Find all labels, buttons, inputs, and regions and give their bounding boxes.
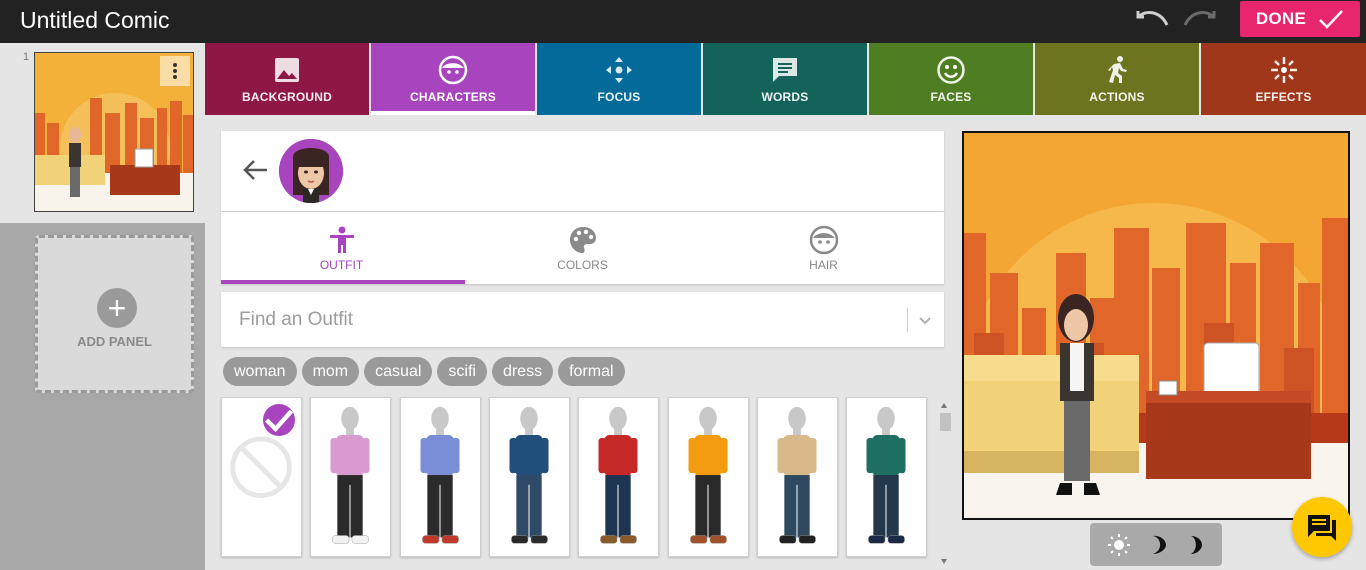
- tag-chip[interactable]: casual: [364, 357, 433, 386]
- tab-characters[interactable]: CHARACTERS: [371, 43, 535, 115]
- panel-thumbnail[interactable]: [34, 52, 194, 212]
- done-label: DONE: [1255, 9, 1307, 28]
- mannequin-figure: [420, 406, 460, 544]
- image-icon: [275, 57, 299, 82]
- plus-icon: +: [97, 288, 137, 328]
- tag-chip[interactable]: formal: [558, 357, 625, 386]
- outfit-scrollbar[interactable]: [938, 397, 951, 570]
- outfit-none[interactable]: [221, 397, 302, 557]
- panel-item[interactable]: 1: [0, 43, 205, 223]
- palette-icon: [569, 226, 596, 253]
- tab-background[interactable]: BACKGROUND: [205, 43, 369, 115]
- mannequin-figure: [598, 406, 638, 544]
- character-editor: OUTFIT COLORS HAIR woman mom casual scif…: [205, 115, 951, 570]
- subtab-label: COLORS: [557, 257, 608, 272]
- outfit-search: [221, 292, 944, 347]
- sun-icon[interactable]: [1107, 533, 1131, 557]
- panel-menu-icon[interactable]: [160, 56, 190, 86]
- tag-list: woman mom casual scifi dress formal: [223, 357, 625, 387]
- tag-chip[interactable]: mom: [301, 357, 360, 386]
- tab-actions[interactable]: ACTIONS: [1035, 43, 1199, 115]
- tab-label: FOCUS: [597, 89, 641, 104]
- sparkle-icon: [1270, 56, 1297, 83]
- focus-icon: [606, 56, 632, 83]
- person-icon: [329, 226, 354, 253]
- outfit-item[interactable]: [756, 397, 838, 557]
- mannequin-figure: [330, 406, 370, 544]
- comic-preview[interactable]: [962, 131, 1350, 520]
- add-panel-label: ADD PANEL: [77, 334, 152, 349]
- outfit-item[interactable]: [667, 397, 749, 557]
- smiley-icon: [937, 55, 965, 84]
- tag-chip[interactable]: woman: [223, 357, 297, 386]
- undo-icon[interactable]: [1136, 8, 1170, 32]
- tag-chip[interactable]: scifi: [437, 357, 487, 386]
- tab-label: EFFECTS: [1255, 89, 1312, 104]
- moon-icon[interactable]: [1146, 534, 1168, 556]
- add-panel-button[interactable]: + ADD PANEL: [35, 235, 194, 393]
- outfit-search-input[interactable]: [221, 292, 906, 347]
- tab-label: WORDS: [761, 89, 809, 104]
- lighting-controls: [1090, 523, 1222, 566]
- search-divider: [907, 308, 908, 332]
- speech-bubble-icon: [773, 57, 797, 82]
- mannequin-figure: [688, 406, 728, 544]
- tab-effects[interactable]: EFFECTS: [1201, 43, 1366, 115]
- mannequin-figure: [509, 406, 549, 544]
- character-header: [221, 131, 944, 211]
- character-avatar: [279, 139, 343, 203]
- outfit-item[interactable]: [578, 397, 660, 557]
- panel-number: 1: [23, 51, 30, 63]
- outfit-grid: [221, 397, 937, 570]
- subtab-label: OUTFIT: [319, 257, 364, 272]
- tab-focus[interactable]: FOCUS: [537, 43, 701, 115]
- redo-icon[interactable]: [1182, 8, 1216, 32]
- subtab-label: HAIR: [809, 257, 838, 272]
- panel-list: 1 + ADD PANEL: [0, 43, 205, 570]
- comic-title[interactable]: Untitled Comic: [20, 7, 170, 34]
- face-icon: [438, 55, 468, 84]
- face-icon: [809, 225, 838, 254]
- selected-check-icon: [263, 404, 295, 436]
- moon-dark-icon[interactable]: [1183, 534, 1205, 556]
- chevron-down-icon[interactable]: [915, 310, 935, 330]
- back-arrow-icon[interactable]: [241, 155, 271, 185]
- check-icon: [1319, 10, 1344, 29]
- subtab-active-indicator: [221, 280, 465, 284]
- subtab-outfit[interactable]: OUTFIT: [221, 212, 465, 284]
- running-icon: [1108, 55, 1127, 83]
- outfit-item[interactable]: [846, 397, 928, 557]
- done-button[interactable]: DONE: [1240, 1, 1360, 37]
- tab-label: FACES: [930, 89, 972, 104]
- outfit-item[interactable]: [399, 397, 481, 557]
- tab-label: ACTIONS: [1089, 89, 1145, 104]
- subtab-hair[interactable]: HAIR: [703, 212, 944, 284]
- tab-label: BACKGROUND: [242, 89, 332, 104]
- top-bar: Untitled Comic DONE: [0, 0, 1366, 43]
- outfit-item[interactable]: [488, 397, 570, 557]
- tag-chip[interactable]: dress: [491, 357, 554, 386]
- mannequin-figure: [866, 406, 906, 544]
- chat-icon: [1308, 515, 1336, 541]
- mannequin-figure: [777, 406, 817, 544]
- category-tabs: BACKGROUND CHARACTERS FOCUS WORDS FACES …: [205, 43, 1366, 115]
- subtab-colors[interactable]: COLORS: [462, 212, 703, 284]
- tab-words[interactable]: WORDS: [703, 43, 867, 115]
- chat-support-button[interactable]: [1292, 497, 1352, 557]
- outfit-item[interactable]: [310, 397, 392, 557]
- scroll-thumb[interactable]: [940, 413, 951, 431]
- character-subtabs: OUTFIT COLORS HAIR: [221, 212, 944, 284]
- tab-faces[interactable]: FACES: [869, 43, 1033, 115]
- tab-label: CHARACTERS: [410, 89, 496, 104]
